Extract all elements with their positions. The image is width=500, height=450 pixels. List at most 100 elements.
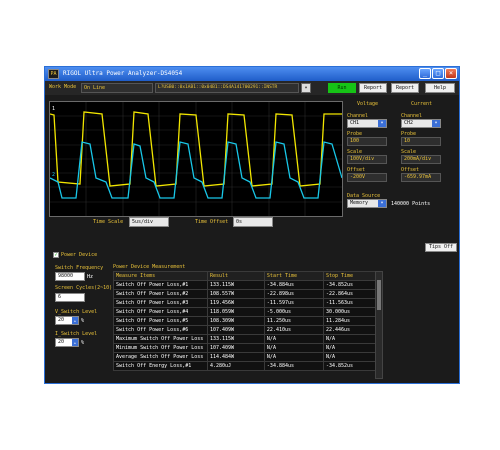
i-switch-percent: % [81,340,85,346]
stop-time-cell: 22.446us [322,325,384,335]
chevron-down-icon[interactable]: ▾ [378,200,386,207]
hz-unit: Hz [87,274,94,280]
table-header-row: Measure Items Result Start Time Stop Tim… [113,271,384,281]
table-row[interactable]: Switch Off Power Loss,#2 108.557W -22.898u… [113,289,384,299]
switch-frequency-input[interactable]: 98000 [55,272,85,281]
result-cell: 107.409W [206,343,265,353]
voltage-header: Voltage [357,101,379,107]
measure-item: Switch Off Power Loss,#1 [113,280,208,290]
time-offset-label: Time Offset [195,219,229,225]
maximize-icon[interactable]: □ [432,68,444,79]
v-switch-level-spinner[interactable]: 20 ▴ [55,316,79,325]
start-time-cell: N/A [263,334,324,344]
stop-time-cell: N/A [322,334,384,344]
current-offset-field: -659.97mA [401,173,441,182]
stop-time-cell: N/A [322,343,384,353]
voltage-offset-field: -200V [347,173,387,182]
help-button[interactable]: Help [425,83,455,93]
data-source-select[interactable]: Memory ▾ [347,199,387,208]
start-time-cell: 22.410us [263,325,324,335]
channel-settings-panel: Voltage Current Channel CH1 ▾ Channel CH… [345,99,459,227]
voltage-scale-field: 100V/div [347,155,387,164]
device-address-field[interactable]: L?USB0::0x1AB1::0x04B1::DS4A141700291::I… [155,83,299,93]
measure-item: Switch Off Power Loss,#6 [113,325,208,335]
waveform-display[interactable]: 1 2 [49,101,343,217]
column-header[interactable]: Measure Items [113,271,208,281]
result-cell: 108.309W [206,316,265,326]
i-switch-level-spinner[interactable]: 20 ▴ [55,338,79,347]
column-header[interactable]: Stop Time [322,271,384,281]
v-switch-percent: % [81,318,85,324]
time-scale-field[interactable]: 5us/div [129,217,169,227]
power-device-label: Power Device [61,252,98,258]
close-icon[interactable]: × [445,68,457,79]
work-mode-select[interactable]: On Line [81,83,153,93]
current-scale-field: 200mA/div [401,155,441,164]
stop-time-cell: -34.852us [322,361,384,371]
stop-time-cell: 30.000us [322,307,384,317]
start-time-cell: -11.597us [263,298,324,308]
result-cell: 108.557W [206,289,265,299]
result-cell: 133.115W [206,334,265,344]
stop-time-cell: -22.864us [322,289,384,299]
result-cell: 133.115W [206,280,265,290]
table-row[interactable]: Switch Off Power Loss,#6 107.409W 22.410us… [113,325,384,335]
tips-off-button[interactable]: Tips Off [425,243,457,252]
measure-item: Average Switch Off Power Loss [113,352,208,362]
table-scrollbar[interactable] [375,271,383,379]
table-row[interactable]: Switch Off Power Loss,#1 133.115W -34.884u… [113,280,384,290]
measure-item: Minimum Switch Off Power Loss [113,343,208,353]
data-source-value: Memory [350,200,369,206]
chevron-down-icon[interactable]: ▾ [378,120,386,127]
run-button[interactable]: Run [328,83,356,93]
table-row[interactable]: Switch Off Energy Loss,#1 4.280uJ -34.884u… [113,361,384,371]
spinner-arrows-icon[interactable]: ▴ [72,317,78,324]
measure-item: Maximum Switch Off Power Loss [113,334,208,344]
table-row[interactable]: Maximum Switch Off Power Loss 133.115W N/A… [113,334,384,344]
spinner-arrows-icon[interactable]: ▴ [72,339,78,346]
start-time-cell: -22.898us [263,289,324,299]
device-dropdown-icon[interactable]: ▾ [301,83,311,93]
table-row[interactable]: Switch Off Power Loss,#3 119.456W -11.597u… [113,298,384,308]
window-title: RIGOL Ultra Power Analyzer-DS4054 [63,70,183,77]
voltage-probe-field: 100 [347,137,387,146]
table-row[interactable]: Average Switch Off Power Loss 114.484W N/A… [113,352,384,362]
table-row[interactable]: Minimum Switch Off Power Loss 107.409W N/A… [113,343,384,353]
i-switch-level-value: 20 [58,339,65,345]
time-scale-label: Time Scale [93,219,124,225]
app-window: PA RIGOL Ultra Power Analyzer-DS4054 _ □… [44,66,460,384]
result-cell: 4.280uJ [206,361,265,371]
ch1-marker: 1 [52,106,55,112]
i-switch-level-label: I_Switch Level [55,331,98,337]
measure-item: Switch Off Power Loss,#4 [113,307,208,317]
table-row[interactable]: Switch Off Power Loss,#5 108.309W 11.250us… [113,316,384,326]
screen-cycles-input[interactable]: 6 [55,293,85,302]
title-bar: PA RIGOL Ultra Power Analyzer-DS4054 _ □… [45,67,459,81]
v-switch-level-label: V_Switch Level [55,309,98,315]
power-device-checkbox[interactable]: ✓ [53,252,59,258]
stop-time-cell: 11.284us [322,316,384,326]
start-time-cell: 11.250us [263,316,324,326]
minimize-icon[interactable]: _ [419,68,431,79]
app-icon: PA [48,69,59,79]
measurement-title: Power Device Measurement [113,264,186,270]
stop-time-cell: -11.563us [322,298,384,308]
chevron-down-icon[interactable]: ▾ [432,120,440,127]
start-time-cell: -34.884us [263,280,324,290]
result-cell: 107.409W [206,325,265,335]
report-button-2[interactable]: Report [391,83,419,93]
work-mode-label: Work Mode [49,84,77,90]
start-time-cell: N/A [263,352,324,362]
voltage-channel-select[interactable]: CH1 ▾ [347,119,387,128]
current-channel-select[interactable]: CH2 ▾ [401,119,441,128]
time-offset-field[interactable]: 0s [233,217,273,227]
ch2-marker: 2 [52,172,55,178]
measure-item: Switch Off Power Loss,#3 [113,298,208,308]
stop-time-cell: -34.852us [322,280,384,290]
report-button[interactable]: Report [359,83,387,93]
column-header[interactable]: Result [206,271,265,281]
table-row[interactable]: Switch Off Power Loss,#4 118.059W -5.000us… [113,307,384,317]
scrollbar-thumb[interactable] [377,280,381,310]
column-header[interactable]: Start Time [263,271,324,281]
current-probe-field: 10 [401,137,441,146]
